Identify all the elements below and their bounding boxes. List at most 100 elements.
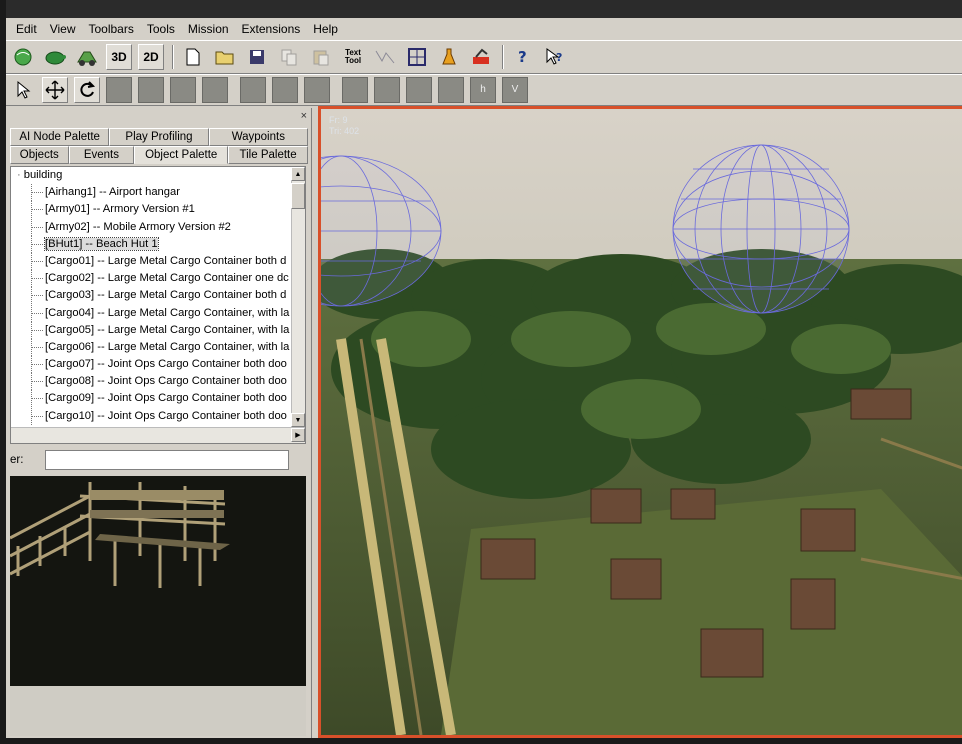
filter-input[interactable] (45, 450, 290, 470)
tab-object-palette[interactable]: Object Palette (134, 146, 229, 164)
save-icon[interactable] (244, 44, 270, 70)
tree-item[interactable]: [Cargo08] -- Joint Ops Cargo Container b… (11, 373, 305, 391)
rotate-icon[interactable] (74, 77, 100, 103)
menu-mission[interactable]: Mission (188, 22, 229, 36)
tree-item[interactable]: [Cargo06] -- Large Metal Cargo Container… (11, 338, 305, 357)
waypoint-tool-icon[interactable] (372, 44, 398, 70)
main-toolbar: 3D 2D Text Tool ? ? (6, 40, 962, 74)
dome-wireframe (672, 144, 850, 314)
grid-tool-icon[interactable] (404, 44, 430, 70)
tab-objects[interactable]: Objects (10, 146, 69, 164)
svg-text:?: ? (556, 51, 562, 64)
hud-line: Fr: 9 (329, 115, 348, 125)
tree-item[interactable]: [Cargo02] -- Large Metal Cargo Container… (11, 270, 305, 288)
open-folder-icon[interactable] (212, 44, 238, 70)
3d-viewport[interactable]: Fr: 9 Tri: 402 (318, 106, 962, 738)
menu-help[interactable]: Help (313, 22, 338, 36)
tree-item-label: [Cargo10] -- Joint Ops Cargo Container b… (45, 409, 287, 422)
svg-text:?: ? (518, 48, 527, 66)
tree-item-label: [Cargo02] -- Large Metal Cargo Container… (45, 272, 289, 285)
tree-item[interactable]: [Army02] -- Mobile Armory Version #2 (11, 218, 305, 236)
hud-line: Tri: 402 (329, 126, 360, 136)
toolbar-tile[interactable] (304, 77, 330, 103)
scroll-up-icon[interactable]: ▲ (291, 167, 305, 181)
text-tool-icon[interactable]: Text Tool (340, 44, 366, 70)
tree-item[interactable]: [Cargo05] -- Large Metal Cargo Container… (11, 321, 305, 339)
separator (502, 45, 504, 69)
view-2d-button[interactable]: 2D (138, 44, 164, 70)
scroll-thumb[interactable] (291, 183, 305, 209)
tree-item[interactable]: [BHut1] -- Beach Hut 1 (11, 235, 305, 253)
vertical-scrollbar[interactable]: ▲ ▼ (291, 167, 305, 427)
tree-item[interactable]: [Cargo03] -- Large Metal Cargo Container… (11, 287, 305, 305)
tree-item-label: [Airhang1] -- Airport hangar (45, 186, 180, 199)
toolbar-tile[interactable] (240, 77, 266, 103)
menu-toolbars[interactable]: Toolbars (88, 22, 133, 36)
toolbar-tile[interactable] (374, 77, 400, 103)
scroll-right-icon[interactable]: ▶ (291, 428, 305, 442)
select-arrow-icon[interactable] (10, 77, 36, 103)
toolbar-tile-h[interactable]: h (470, 77, 496, 103)
turtle-tool-icon[interactable] (42, 44, 68, 70)
toolbar-tile-v[interactable]: V (502, 77, 528, 103)
tree-item[interactable]: [Cargo04] -- Large Metal Cargo Container… (11, 304, 305, 322)
toolbar-tile[interactable] (342, 77, 368, 103)
toolbar-tile[interactable] (138, 77, 164, 103)
scroll-down-icon[interactable]: ▼ (291, 413, 305, 427)
title-strip (6, 0, 962, 18)
toolbar-tile[interactable] (202, 77, 228, 103)
panel-close-icon[interactable]: × (301, 110, 307, 122)
tree-item-label: [Cargo09] -- Joint Ops Cargo Container b… (45, 392, 287, 405)
tab-ai-node-palette[interactable]: AI Node Palette (10, 128, 110, 146)
tab-tile-palette[interactable]: Tile Palette (228, 146, 308, 164)
hud-line (329, 137, 359, 148)
tree-item[interactable]: [Cargo07] -- Joint Ops Cargo Container b… (11, 356, 305, 374)
toolbar-tile[interactable] (170, 77, 196, 103)
view-3d-button[interactable]: 3D (106, 44, 132, 70)
tree-item[interactable]: [Airhang1] -- Airport hangar (11, 184, 305, 202)
tree-item[interactable]: [Cargo10] -- Joint Ops Cargo Container b… (11, 407, 305, 425)
menu-edit[interactable]: Edit (16, 22, 37, 36)
horizontal-scrollbar[interactable]: ▶ (11, 427, 305, 443)
globe-tool-icon[interactable] (10, 44, 36, 70)
tree-item[interactable]: [Cargo01] -- Large Metal Cargo Container… (11, 252, 305, 271)
tree-item[interactable]: [Cargo09] -- Joint Ops Cargo Container b… (11, 390, 305, 408)
object-palette-panel: × AI Node Palette Play Profiling Waypoin… (6, 108, 312, 738)
vehicle-tool-icon[interactable] (74, 44, 100, 70)
tab-events[interactable]: Events (68, 146, 135, 164)
toolbar-tile[interactable] (438, 77, 464, 103)
terrain-scene (321, 109, 962, 735)
toolbar-tile[interactable] (406, 77, 432, 103)
tree-item-label: [Cargo01] -- Large Metal Cargo Container… (45, 254, 287, 267)
toolbar-tile[interactable] (106, 77, 132, 103)
separator (172, 45, 174, 69)
menu-view[interactable]: View (50, 22, 76, 36)
tree-item-label: [Army01] -- Armory Version #1 (45, 203, 195, 216)
toolbar-tile[interactable] (272, 77, 298, 103)
potion-icon[interactable] (436, 44, 462, 70)
tab-play-profiling[interactable]: Play Profiling (109, 128, 209, 146)
move-icon[interactable] (42, 77, 68, 103)
new-file-icon[interactable] (180, 44, 206, 70)
help-icon[interactable]: ? (510, 44, 536, 70)
tree-root-label: building (23, 169, 63, 181)
menu-tools[interactable]: Tools (147, 22, 175, 36)
edit-toolbar: h V (6, 74, 962, 106)
tab-waypoints[interactable]: Waypoints (208, 128, 308, 146)
hud-line (329, 148, 359, 159)
hud-line (329, 159, 359, 170)
build-tools-icon[interactable] (468, 44, 494, 70)
tree-item-label: [Cargo07] -- Joint Ops Cargo Container b… (45, 358, 287, 371)
filter-label: er: (10, 454, 24, 466)
menu-extensions[interactable]: Extensions (242, 22, 301, 36)
copy-icon[interactable] (276, 44, 302, 70)
paste-icon[interactable] (308, 44, 334, 70)
tree-item-label: [Army02] -- Mobile Armory Version #2 (45, 220, 231, 233)
panel-footer (10, 686, 306, 736)
object-preview (10, 476, 306, 686)
tree-item-label: [Cargo03] -- Large Metal Cargo Container… (45, 289, 287, 302)
context-help-icon[interactable]: ? (542, 44, 568, 70)
tree-items: [Airhang1] -- Airport hangar [Army01] -- … (11, 184, 305, 425)
tree-root-building[interactable]: · building (11, 167, 305, 184)
tree-item[interactable]: [Army01] -- Armory Version #1 (11, 201, 305, 219)
